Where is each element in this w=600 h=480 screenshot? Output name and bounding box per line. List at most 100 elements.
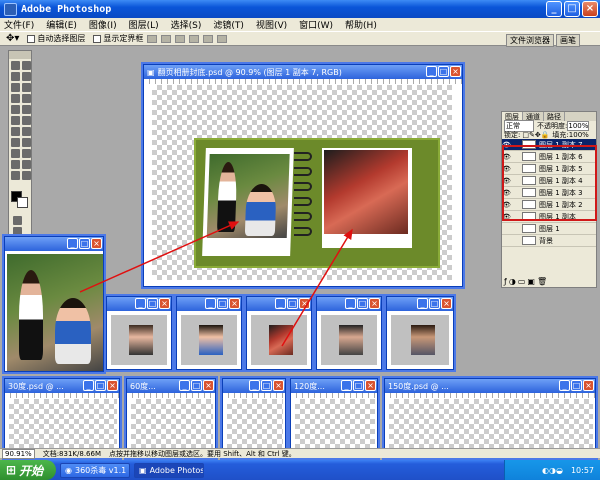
angle-document-window[interactable]: _ □ × xyxy=(222,378,286,458)
new-layer-icon[interactable]: ▣ xyxy=(527,277,537,286)
minimize-icon[interactable]: _ xyxy=(275,298,286,309)
zoom-tool-icon[interactable] xyxy=(22,171,31,180)
align-middle-icon[interactable] xyxy=(161,34,172,43)
crop-tool-icon[interactable] xyxy=(11,83,20,92)
minimize-icon[interactable]: _ xyxy=(341,380,352,391)
tray-icons[interactable]: ◐◑◒ xyxy=(542,466,563,475)
align-top-icon[interactable] xyxy=(147,34,158,43)
document-size[interactable]: 文档:831K/8.66M xyxy=(43,449,101,459)
small-document-window[interactable]: _ □ × xyxy=(176,296,242,370)
minimize-icon[interactable]: _ xyxy=(559,380,570,391)
align-right-icon[interactable] xyxy=(217,34,228,43)
quick-mask-icon[interactable] xyxy=(13,227,22,236)
maximize-icon[interactable]: □ xyxy=(429,298,440,309)
dodge-tool-icon[interactable] xyxy=(22,127,31,136)
standard-mode-icon[interactable] xyxy=(13,216,22,225)
maximize-icon[interactable]: □ xyxy=(571,380,582,391)
photo-source-window[interactable]: _ □ × xyxy=(4,236,104,372)
maximize-icon[interactable]: □ xyxy=(353,380,364,391)
close-icon[interactable]: × xyxy=(159,298,170,309)
close-icon[interactable]: × xyxy=(107,380,118,391)
close-icon[interactable]: × xyxy=(91,238,102,249)
opacity-value[interactable]: 100% xyxy=(567,120,590,131)
minimize-icon[interactable]: _ xyxy=(67,238,78,249)
menu-select[interactable]: 选择(S) xyxy=(171,18,202,31)
close-icon[interactable]: × xyxy=(299,298,310,309)
small-document-window[interactable]: _ □ × xyxy=(106,296,172,370)
eraser-tool-icon[interactable] xyxy=(11,116,20,125)
minimize-icon[interactable]: _ xyxy=(205,298,216,309)
align-left-icon[interactable] xyxy=(189,34,200,43)
fill-value[interactable]: 100% xyxy=(569,131,589,139)
maximize-icon[interactable]: □ xyxy=(217,298,228,309)
new-set-icon[interactable]: ▭ xyxy=(518,277,528,286)
small-window-titlebar[interactable]: 120度... _ □ × xyxy=(291,379,377,393)
trash-icon[interactable]: 🗑 xyxy=(537,277,549,286)
menu-file[interactable]: 文件(F) xyxy=(4,18,34,31)
small-window-titlebar[interactable]: _ □ × xyxy=(317,297,381,311)
close-icon[interactable]: × xyxy=(203,380,214,391)
small-window-titlebar[interactable]: 60度... _ □ × xyxy=(127,379,215,393)
small-document-window[interactable]: _ □ × xyxy=(246,296,312,370)
small-window-titlebar[interactable]: _ □ × xyxy=(177,297,241,311)
shape-tool-icon[interactable] xyxy=(22,149,31,158)
small-window-titlebar[interactable]: 30度.psd @ ... _ □ × xyxy=(5,379,119,393)
close-icon[interactable]: × xyxy=(583,380,594,391)
small-window-titlebar[interactable]: _ □ × xyxy=(247,297,311,311)
start-button[interactable]: ⊞ 开始 xyxy=(0,460,56,480)
small-document-window[interactable]: _ □ × xyxy=(386,296,454,370)
hand-tool-icon[interactable] xyxy=(11,171,20,180)
clone-stamp-tool-icon[interactable] xyxy=(11,105,20,114)
background-color-swatch[interactable] xyxy=(17,197,28,208)
menu-window[interactable]: 窗口(W) xyxy=(299,18,333,31)
menu-view[interactable]: 视图(V) xyxy=(256,18,287,31)
minimize-icon[interactable]: _ xyxy=(417,298,428,309)
auto-select-checkbox[interactable]: 自动选择图层 xyxy=(27,33,85,44)
close-button[interactable]: × xyxy=(582,1,598,17)
minimize-icon[interactable]: _ xyxy=(249,380,260,391)
magic-wand-tool-icon[interactable] xyxy=(22,72,31,81)
align-center-icon[interactable] xyxy=(203,34,214,43)
slice-tool-icon[interactable] xyxy=(22,83,31,92)
close-icon[interactable]: × xyxy=(229,298,240,309)
small-document-window[interactable]: _ □ × xyxy=(316,296,382,370)
pen-tool-icon[interactable] xyxy=(11,149,20,158)
menu-edit[interactable]: 编辑(E) xyxy=(46,18,77,31)
maximize-icon[interactable]: □ xyxy=(287,298,298,309)
photo-source-titlebar[interactable]: _ □ × xyxy=(5,237,103,251)
menu-help[interactable]: 帮助(H) xyxy=(345,18,377,31)
marquee-tool-icon[interactable] xyxy=(11,61,20,70)
angle-document-window[interactable]: 150度.psd @ ... _ □ × xyxy=(384,378,596,458)
history-brush-tool-icon[interactable] xyxy=(22,105,31,114)
taskbar-item-photoshop[interactable]: ▣Adobe Photosh... xyxy=(134,462,204,478)
taskbar-item-360[interactable]: ◉ 360杀毒 v1.1 xyxy=(60,462,130,478)
maximize-button[interactable]: □ xyxy=(564,1,580,17)
menu-image[interactable]: 图像(I) xyxy=(89,18,117,31)
small-window-titlebar[interactable]: _ □ × xyxy=(107,297,171,311)
lasso-tool-icon[interactable] xyxy=(11,72,20,81)
notes-tool-icon[interactable] xyxy=(11,160,20,169)
minimize-icon[interactable]: _ xyxy=(426,66,437,77)
close-icon[interactable]: × xyxy=(369,298,380,309)
maximize-icon[interactable]: □ xyxy=(95,380,106,391)
maximize-icon[interactable]: □ xyxy=(191,380,202,391)
main-document-titlebar[interactable]: ▣ 翻页相册封底.psd @ 90.9% (图层 1 副本 7, RGB) _ □… xyxy=(144,65,462,79)
maximize-icon[interactable]: □ xyxy=(79,238,90,249)
brush-tool-icon[interactable] xyxy=(22,94,31,103)
angle-document-window[interactable]: 120度... _ □ × xyxy=(290,378,378,458)
healing-brush-tool-icon[interactable] xyxy=(11,94,20,103)
small-window-titlebar[interactable]: 150度.psd @ ... _ □ × xyxy=(385,379,595,393)
blur-tool-icon[interactable] xyxy=(11,127,20,136)
show-bounds-checkbox[interactable]: 显示定界框 xyxy=(93,33,143,44)
maximize-icon[interactable]: □ xyxy=(261,380,272,391)
maximize-icon[interactable]: □ xyxy=(147,298,158,309)
maximize-icon[interactable]: □ xyxy=(357,298,368,309)
maximize-icon[interactable]: □ xyxy=(438,66,449,77)
close-icon[interactable]: × xyxy=(450,66,461,77)
close-icon[interactable]: × xyxy=(273,380,284,391)
path-select-tool-icon[interactable] xyxy=(11,138,20,147)
minimize-icon[interactable]: _ xyxy=(345,298,356,309)
mask-icon[interactable]: ◑ xyxy=(509,277,518,286)
close-icon[interactable]: × xyxy=(441,298,452,309)
close-icon[interactable]: × xyxy=(365,380,376,391)
